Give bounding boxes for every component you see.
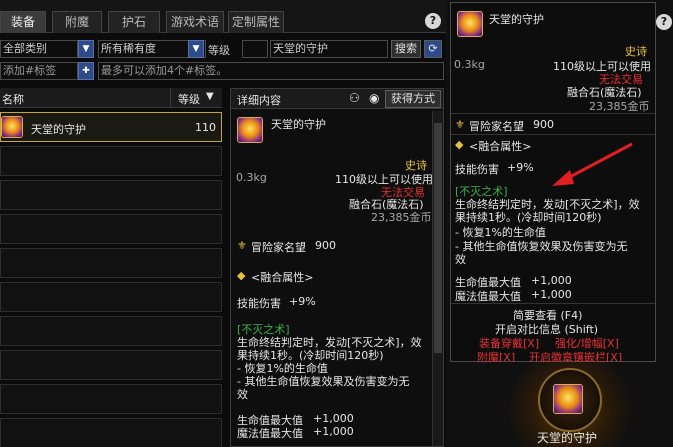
- tooltip-title: 天堂的守护: [489, 13, 544, 26]
- annotation-arrow-icon: [552, 142, 633, 186]
- fame-value: 900: [533, 118, 554, 131]
- list-item[interactable]: [0, 384, 222, 414]
- tag-hint: 最多可以添加4个#标签。: [98, 62, 444, 80]
- fame-icon: ⚜: [455, 118, 465, 131]
- rarity-text: 史诗: [625, 45, 647, 58]
- col-level[interactable]: 等级: [178, 91, 200, 107]
- skill-dmg-value: +9%: [507, 161, 534, 174]
- tab-game-terms[interactable]: 游戏术语: [166, 11, 224, 33]
- tag-input[interactable]: 添加#标签: [0, 62, 78, 80]
- item-name: 天堂的守护: [31, 123, 86, 136]
- set-desc: - 其他生命值恢复效果及伤害变为无: [237, 375, 410, 388]
- tag-row: 添加#标签 ✚ 最多可以添加4个#标签。: [0, 60, 446, 82]
- item-icon: [457, 11, 483, 37]
- item-level: 110: [195, 121, 216, 134]
- skill-dmg-label: 技能伤害: [455, 163, 499, 176]
- detail-header: 详细内容: [237, 94, 281, 107]
- tab-custom-attr[interactable]: 定制属性: [228, 11, 284, 33]
- weight-text: 0.3kg: [236, 171, 267, 184]
- list-item[interactable]: [0, 418, 222, 447]
- mp-label: 魔法值最大值: [455, 290, 521, 303]
- filter-row: 全部类别 ▼ 所有稀有度 ▼ 等级 天堂的守护 搜索 ⟳: [0, 38, 446, 60]
- list-item[interactable]: [0, 282, 222, 312]
- diamond-icon: ◆: [455, 138, 464, 151]
- tab-bar: 装备 附魔 护石 游戏术语 定制属性 ?: [0, 0, 446, 33]
- level-input[interactable]: [242, 40, 268, 58]
- set-desc: 果持续1秒。(冷却时间120秒): [455, 211, 602, 224]
- list-header: 名称 等级 ▼: [0, 88, 222, 108]
- tab-talisman[interactable]: 护石: [108, 11, 160, 33]
- col-name[interactable]: 名称: [2, 91, 24, 107]
- detail-panel: 详细内容 ⚇ ◉ 获得方式 天堂的守护 史诗 0.3kg 110级以上可以使用 …: [230, 88, 444, 447]
- mp-value: +1,000: [313, 425, 354, 438]
- tab-equipment[interactable]: 装备: [0, 11, 46, 33]
- list-item[interactable]: [0, 350, 222, 380]
- scrollbar[interactable]: [432, 111, 443, 446]
- set-desc: 效: [237, 388, 248, 401]
- level-label: 等级: [208, 44, 230, 57]
- add-tag-icon[interactable]: ✚: [78, 62, 94, 80]
- search-input[interactable]: 天堂的守护: [270, 40, 388, 58]
- price-text: 23,385金币: [371, 211, 432, 224]
- eye-icon[interactable]: ◉: [369, 91, 379, 105]
- mp-value: +1,000: [531, 288, 572, 301]
- list-item[interactable]: [0, 146, 222, 176]
- list-item[interactable]: 天堂的守护 110: [0, 112, 222, 142]
- search-button[interactable]: 搜索: [391, 40, 421, 58]
- sort-down-icon[interactable]: ▼: [206, 91, 214, 102]
- fame-label: 冒险家名望: [469, 120, 524, 133]
- list-item[interactable]: [0, 180, 222, 210]
- gamepad-icon[interactable]: ⚇: [349, 91, 360, 105]
- hp-value: +1,000: [531, 274, 572, 287]
- mp-label: 魔法值最大值: [237, 427, 303, 440]
- diamond-icon: ◆: [237, 269, 246, 282]
- help-icon[interactable]: ?: [656, 14, 672, 30]
- fame-icon: ⚜: [237, 239, 247, 252]
- fame-label: 冒险家名望: [251, 241, 306, 254]
- set-desc: 效: [455, 253, 466, 266]
- fusion-title: <融合属性>: [251, 271, 314, 284]
- equip-slot-icon[interactable]: [553, 384, 583, 414]
- tab-enchant[interactable]: 附魔: [52, 11, 102, 33]
- how-to-get-button[interactable]: 获得方式: [385, 90, 441, 108]
- fusion-title: <融合属性>: [469, 140, 532, 153]
- refresh-icon[interactable]: ⟳: [424, 40, 442, 58]
- category-select[interactable]: 全部类别: [0, 40, 78, 58]
- item-icon: [237, 117, 263, 143]
- weight-text: 0.3kg: [454, 58, 485, 71]
- skill-dmg-value: +9%: [289, 295, 316, 308]
- chevron-down-icon[interactable]: ▼: [78, 40, 94, 58]
- fame-value: 900: [315, 239, 336, 252]
- item-icon: [1, 116, 23, 138]
- price-text: 23,385金币: [589, 100, 650, 113]
- skill-dmg-label: 技能伤害: [237, 297, 281, 310]
- list-item[interactable]: [0, 214, 222, 244]
- set-desc: - 其他生命值恢复效果及伤害变为无: [455, 240, 628, 253]
- item-title: 天堂的守护: [271, 118, 326, 131]
- list-item[interactable]: [0, 316, 222, 346]
- chevron-down-icon[interactable]: ▼: [188, 40, 204, 58]
- list-item[interactable]: [0, 248, 222, 278]
- help-icon[interactable]: ?: [425, 13, 441, 29]
- hp-value: +1,000: [313, 412, 354, 425]
- equip-slot-label: 天堂的守护: [537, 431, 598, 445]
- scrollbar-thumb[interactable]: [434, 123, 442, 353]
